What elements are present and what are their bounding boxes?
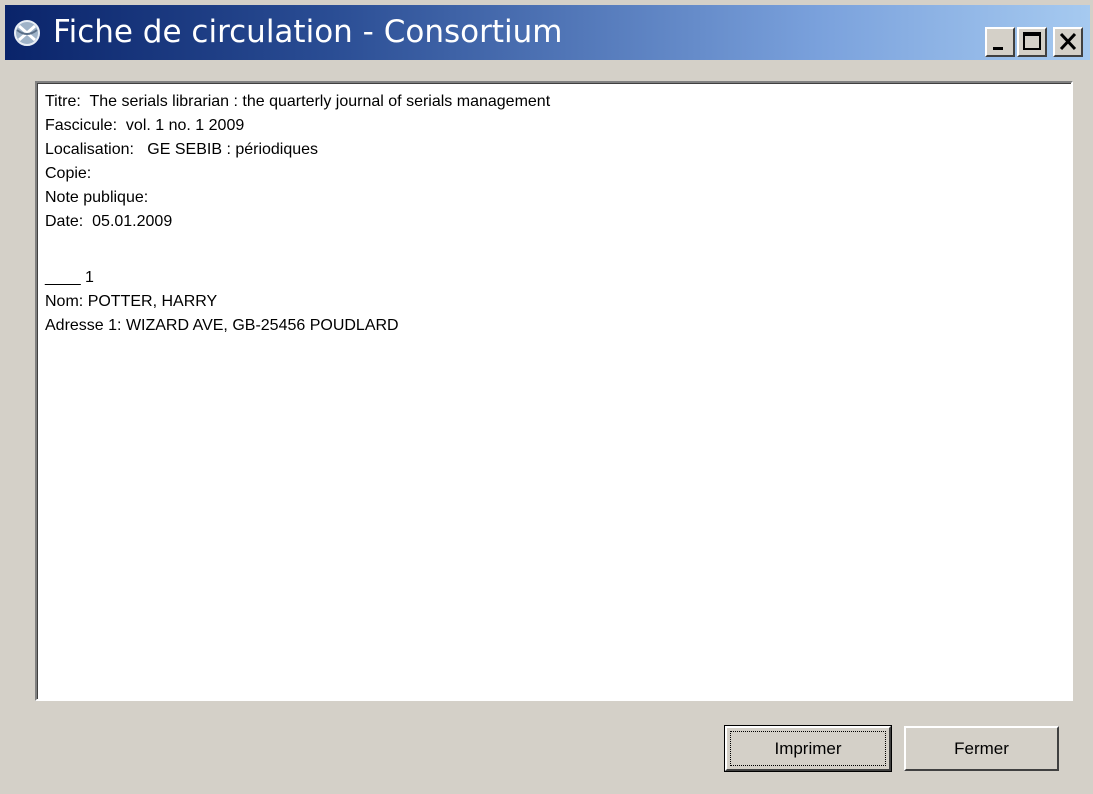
circulation-slip-area[interactable]: Titre: The serials librarian : the quart… [35,81,1073,701]
adresse-value: WIZARD AVE, GB-25456 POUDLARD [125,317,399,334]
fascicule-value: vol. 1 no. 1 2009 [125,117,245,134]
adresse-label: Adresse 1: [45,317,122,334]
close-button-label: Fermer [954,739,1009,758]
order-blank: ____ [45,269,81,286]
slip-text: Titre: The serials librarian : the quart… [45,90,550,338]
close-window-button[interactable] [1053,27,1083,57]
localisation-value: GE SEBIB : périodiques [147,141,319,158]
circulation-window: Fiche de circulation - Consortium Titre:… [0,0,1093,794]
nom-value: POTTER, HARRY [87,293,218,310]
date-line: Date: 05.01.2009 [45,210,550,234]
title-bar[interactable]: Fiche de circulation - Consortium [5,5,1090,60]
print-button[interactable]: Imprimer [724,725,892,772]
minimize-icon [993,47,1003,50]
date-label: Date: [45,213,84,230]
fascicule-label: Fascicule: [45,117,118,134]
copie-line: Copie: [45,162,550,186]
close-icon [1059,32,1077,51]
date-value: 05.01.2009 [92,213,173,230]
print-button-label: Imprimer [774,739,842,758]
copie-label: Copie: [45,165,92,182]
localisation-label: Localisation: [45,141,134,158]
app-globe-icon [11,16,43,48]
fascicule-line: Fascicule: vol. 1 no. 1 2009 [45,114,550,138]
titre-value: The serials librarian : the quarterly jo… [89,93,551,110]
localisation-line: Localisation: GE SEBIB : périodiques [45,138,550,162]
note-label: Note publique: [45,189,149,206]
titre-line: Titre: The serials librarian : the quart… [45,90,550,114]
minimize-button[interactable] [985,27,1015,57]
order-number: 1 [85,269,94,286]
titre-label: Titre: [45,93,81,110]
note-line: Note publique: [45,186,550,210]
order-line: ____ 1 [45,266,550,290]
nom-label: Nom: [45,293,84,310]
window-title: Fiche de circulation - Consortium [53,14,563,50]
maximize-icon [1023,32,1041,50]
maximize-button[interactable] [1017,27,1047,57]
nom-line: Nom: POTTER, HARRY [45,290,550,314]
close-button[interactable]: Fermer [904,726,1059,771]
adresse-line: Adresse 1: WIZARD AVE, GB-25456 POUDLARD [45,314,550,338]
